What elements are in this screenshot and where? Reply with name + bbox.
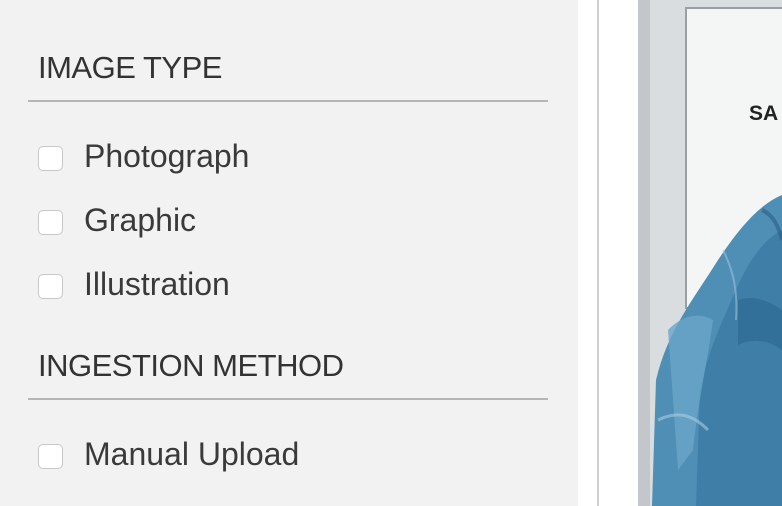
photograph-checkbox[interactable] — [38, 145, 63, 171]
filter-option-graphic[interactable]: Graphic — [38, 200, 196, 240]
graphic-checkbox[interactable] — [38, 209, 63, 235]
sign-text: SA — [749, 102, 778, 125]
manual-upload-label: Manual Upload — [84, 435, 300, 472]
filter-sidebar: IMAGE TYPE Photograph Graphic Illustrati… — [0, 0, 578, 506]
manual-upload-checkbox[interactable] — [38, 443, 63, 469]
image-type-heading: IMAGE TYPE — [38, 50, 222, 85]
filter-option-illustration[interactable]: Illustration — [38, 264, 230, 304]
filter-option-photograph[interactable]: Photograph — [38, 136, 249, 176]
ingestion-method-divider — [28, 398, 548, 400]
filter-option-manual-upload[interactable]: Manual Upload — [38, 434, 299, 474]
panel-divider — [597, 0, 599, 506]
ingestion-method-heading: INGESTION METHOD — [38, 348, 344, 383]
preview-photo: SA — [638, 0, 782, 506]
image-type-divider — [28, 100, 548, 102]
illustration-label: Illustration — [84, 265, 230, 302]
illustration-checkbox[interactable] — [38, 273, 63, 299]
photograph-label: Photograph — [84, 137, 250, 174]
image-preview[interactable]: SA — [638, 0, 782, 506]
graphic-label: Graphic — [84, 201, 197, 238]
